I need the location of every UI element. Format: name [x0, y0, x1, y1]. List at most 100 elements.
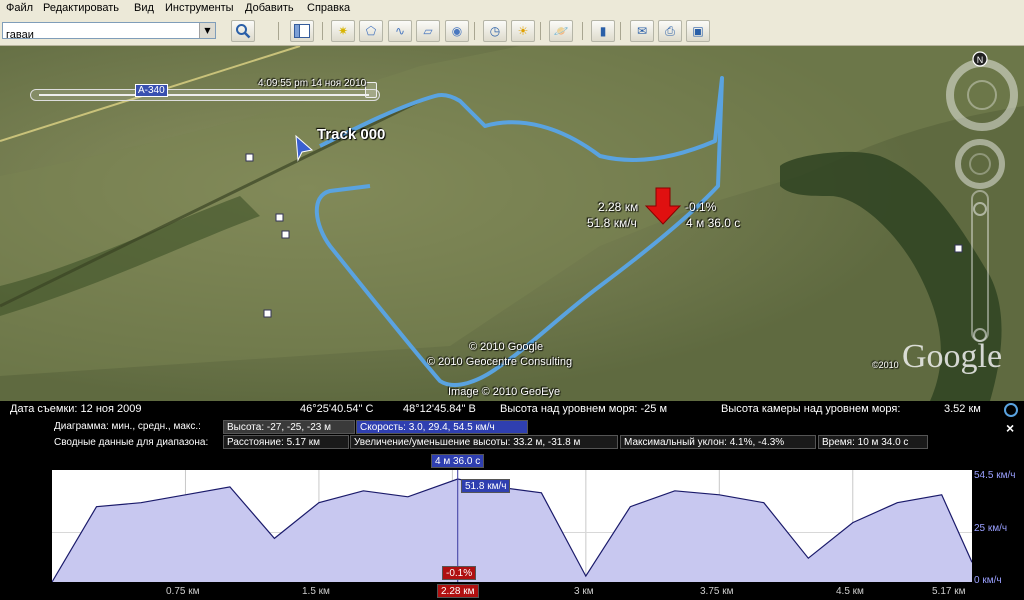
toolbar-separator	[278, 22, 279, 40]
y-tick-min: 0 км/ч	[974, 575, 1002, 586]
time-chip: Время: 10 м 34.0 с	[818, 435, 928, 449]
menu-view[interactable]: Вид	[134, 2, 154, 14]
email-icon: ✉	[636, 24, 648, 38]
search-combobox[interactable]: ▼	[2, 22, 216, 43]
history-button[interactable]: ◷	[483, 20, 507, 42]
zoom-slider[interactable]	[971, 190, 989, 342]
cursor-grade-label: -0.1%	[442, 566, 477, 580]
add-placemark-button[interactable]: ✷	[331, 20, 355, 42]
move-ring[interactable]	[955, 139, 1005, 189]
marker-grade: -0.1%	[685, 200, 717, 214]
print-icon: ⎙	[665, 24, 675, 38]
x-tick: 3.75 км	[700, 586, 734, 597]
sidebar-toggle-icon	[294, 24, 310, 38]
range-summary-label: Сводные данные для диапазона:	[54, 437, 209, 448]
credit-google: © 2010 Google	[469, 341, 544, 353]
sunlight-button[interactable]: ☀	[511, 20, 535, 42]
logo-year: ©2010	[872, 360, 899, 370]
navigation-controls: N	[944, 51, 1020, 361]
x-tick: 1.5 км	[302, 586, 330, 597]
sidebar-toggle-button[interactable]	[290, 20, 314, 42]
search-icon	[236, 24, 251, 39]
placemark-icon[interactable]	[275, 213, 284, 222]
y-tick-max: 54.5 км/ч	[974, 470, 1016, 481]
add-polygon-button[interactable]: ⬠	[359, 20, 383, 42]
add-path-button[interactable]: ∿	[388, 20, 412, 42]
search-button[interactable]	[231, 20, 255, 42]
chevron-down-icon[interactable]: ▼	[199, 23, 215, 38]
elevation-gain-chip: Увеличение/уменьшение высоты: 33.2 м, -3…	[350, 435, 618, 449]
eye-altitude-value: 3.52 км	[944, 403, 981, 415]
overlay-icon: ▱	[423, 24, 433, 38]
cursor-time-label: 4 м 36.0 с	[431, 454, 485, 468]
speed-stats-chip[interactable]: Скорость: 3.0, 29.4, 54.5 км/ч	[356, 420, 528, 434]
menu-file[interactable]: Файл	[6, 2, 33, 14]
record-tour-icon: ◉	[451, 24, 463, 38]
menu-edit[interactable]: Редактировать	[43, 2, 119, 14]
toolbar-separator	[620, 22, 621, 40]
path-icon: ∿	[394, 24, 406, 38]
history-clock-icon: ◷	[489, 24, 501, 38]
menu-bar: Файл Редактировать Вид Инструменты Добав…	[0, 0, 1024, 19]
road-label: A-340	[135, 84, 168, 97]
close-icon[interactable]: ×	[1006, 420, 1014, 436]
profile-chart-label: Диаграмма: мин., средн., макс.:	[54, 421, 201, 432]
planets-icon: 🪐	[553, 24, 569, 38]
height-stats-chip[interactable]: Высота: -27, -25, -23 м	[223, 420, 355, 434]
x-tick: 4.5 км	[836, 586, 864, 597]
latitude: 46°25'40.54" С	[300, 403, 374, 415]
terrain-elevation: Высота над уровнем моря: -25 м	[500, 403, 668, 415]
placemark-icon[interactable]	[245, 153, 254, 162]
email-button[interactable]: ✉	[630, 20, 654, 42]
imagery-date: Дата съемки: 12 ноя 2009	[10, 403, 142, 415]
credit-geocentre: © 2010 Geocentre Consulting	[427, 356, 573, 368]
marker-distance: 2.28 км	[598, 200, 639, 214]
menu-help[interactable]: Справка	[307, 2, 350, 14]
longitude: 48°12'45.84" В	[403, 403, 476, 415]
menu-add[interactable]: Добавить	[245, 2, 294, 14]
look-ring[interactable]	[946, 59, 1018, 131]
toolbar-separator	[322, 22, 323, 40]
svg-text:N: N	[977, 55, 984, 65]
time-label: 4:09:55 pm 14 ноя 2010	[258, 78, 367, 89]
distance-chip: Расстояние: 5.17 км	[223, 435, 349, 449]
marker-speed: 51.8 км/ч	[587, 216, 637, 230]
polygon-icon: ⬠	[365, 24, 377, 38]
credit-geoeye: Image © 2010 GeoEye	[448, 386, 561, 398]
zoom-in-icon[interactable]	[973, 202, 987, 216]
add-overlay-button[interactable]: ▱	[416, 20, 440, 42]
search-input[interactable]	[3, 27, 199, 43]
cursor-distance-label: 2.28 км	[437, 584, 479, 598]
status-bar: Дата съемки: 12 ноя 2009 46°25'40.54" С …	[0, 401, 1024, 418]
menu-tools[interactable]: Инструменты	[165, 2, 234, 14]
time-slider-handle[interactable]	[365, 82, 377, 98]
streaming-status-icon	[1004, 403, 1018, 417]
ruler-icon: ▮	[599, 24, 607, 38]
x-tick: 0.75 км	[166, 586, 200, 597]
toolbar-separator	[540, 22, 541, 40]
zoom-out-icon[interactable]	[973, 328, 987, 342]
placemark-icon[interactable]	[263, 309, 272, 318]
track-name[interactable]: Track 000	[317, 126, 385, 143]
print-button[interactable]: ⎙	[658, 20, 682, 42]
record-tour-button[interactable]: ◉	[445, 20, 469, 42]
eye-altitude-label: Высота камеры над уровнем моря:	[721, 403, 901, 415]
placemark-icon[interactable]	[281, 230, 290, 239]
max-slope-chip: Максимальный уклон: 4.1%, -4.3%	[620, 435, 816, 449]
ruler-button[interactable]: ▮	[591, 20, 615, 42]
toolbar-separator	[582, 22, 583, 40]
map-view[interactable]: 4:09:55 pm 14 ноя 2010 A-340 Track 000 2…	[0, 46, 1024, 401]
sunlight-icon: ☀	[517, 24, 529, 38]
cursor-speed-label: 51.8 км/ч	[461, 479, 511, 493]
x-tick: 3 км	[574, 586, 594, 597]
planets-button[interactable]: 🪐	[549, 20, 573, 42]
marker-time: 4 м 36.0 с	[686, 216, 741, 230]
save-image-button[interactable]: ▣	[686, 20, 710, 42]
toolbar-separator	[474, 22, 475, 40]
placemark-icon: ✷	[337, 24, 349, 38]
speed-profile-chart[interactable]	[52, 470, 972, 582]
time-slider[interactable]	[30, 82, 380, 101]
x-tick: 5.17 км	[932, 586, 966, 597]
save-image-icon: ▣	[692, 24, 704, 38]
toolbar: ▼ ✷ ⬠ ∿ ▱ ◉ ◷ ☀ 🪐 ▮ ✉ ⎙ ▣	[0, 18, 1024, 46]
